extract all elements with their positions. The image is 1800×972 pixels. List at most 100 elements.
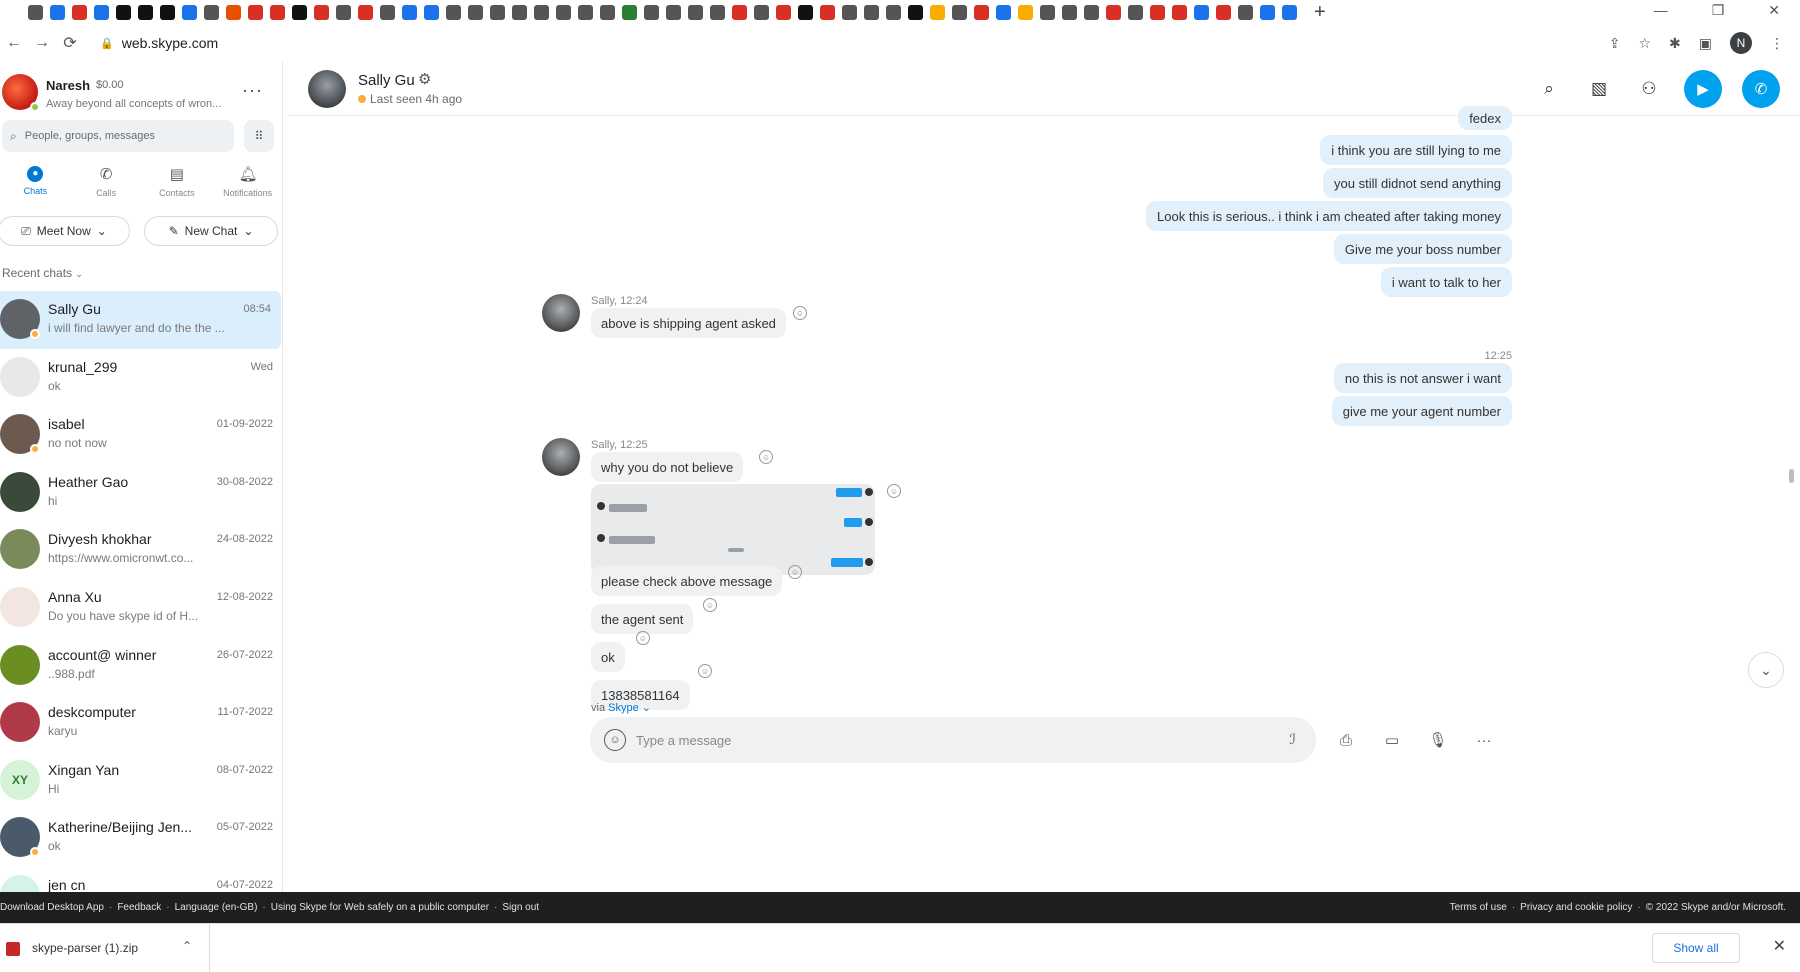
extensions-icon[interactable]: ✱ — [1669, 35, 1681, 52]
browser-menu-icon[interactable]: ⋮ — [1770, 35, 1784, 52]
show-all-button[interactable]: Show all — [1652, 933, 1740, 963]
tab-favicon-icon[interactable] — [710, 4, 725, 20]
new-chat-button[interactable]: ✎ New Chat ⌄ — [144, 216, 278, 246]
dialpad-icon[interactable]: ⠿ — [244, 120, 274, 152]
scrollbar[interactable] — [1789, 469, 1794, 483]
tab-favicon-icon[interactable] — [776, 4, 791, 20]
chat-list-item[interactable]: jen cn 04-07-2022 — [0, 867, 282, 892]
tab-favicon-icon[interactable] — [952, 4, 967, 20]
chat-list-item[interactable]: deskcomputer 11-07-2022 karyu — [0, 694, 282, 752]
tab-favicon-icon[interactable] — [138, 4, 153, 20]
tab-favicon-icon[interactable] — [996, 4, 1011, 20]
outgoing-message[interactable]: Look this is serious.. i think i am chea… — [1146, 201, 1512, 231]
back-icon[interactable]: ← — [0, 34, 28, 52]
tab-chats[interactable]: ● Chats — [0, 166, 71, 206]
footer-link[interactable]: Terms of use — [1450, 902, 1507, 913]
outgoing-message[interactable]: you still didnot send anything — [1323, 168, 1512, 198]
tab-favicon-icon[interactable] — [732, 4, 747, 20]
reaction-emoji-icon[interactable]: ☺ — [788, 565, 802, 579]
tab-favicon-icon[interactable] — [908, 4, 923, 20]
tab-favicon-icon[interactable] — [578, 4, 593, 20]
chevron-up-icon[interactable]: ⌃ — [182, 939, 192, 953]
tab-favicon-icon[interactable] — [204, 4, 219, 20]
tab-favicon-icon[interactable] — [380, 4, 395, 20]
search-input[interactable]: ⌕ People, groups, messages — [2, 120, 234, 152]
my-profile[interactable]: Naresh $0.00 Away beyond all concepts of… — [0, 68, 282, 116]
incoming-message[interactable]: please check above message — [591, 566, 783, 596]
video-call-button[interactable]: ▶ — [1684, 70, 1722, 108]
tab-favicon-icon[interactable] — [226, 4, 241, 20]
tab-favicon-icon[interactable] — [798, 4, 813, 20]
tab-favicon-icon[interactable] — [446, 4, 461, 20]
search-icon[interactable]: ⌕ — [1534, 74, 1564, 104]
chat-list-item[interactable]: Anna Xu 12-08-2022 Do you have skype id of… — [0, 579, 282, 637]
close-icon[interactable]: ✕ — [1773, 936, 1786, 956]
share-icon[interactable]: ⇪ — [1609, 35, 1621, 52]
tab-favicon-icon[interactable] — [1040, 4, 1055, 20]
footer-link[interactable]: Language (en-GB) — [175, 902, 258, 913]
audio-call-button[interactable]: ✆ — [1742, 70, 1780, 108]
recent-chats-header[interactable]: Recent chats ⌄ — [2, 266, 83, 280]
forward-icon[interactable]: → — [28, 34, 56, 52]
reaction-emoji-icon[interactable]: ☺ — [636, 631, 650, 645]
tab-favicon-icon[interactable] — [886, 4, 901, 20]
tab-favicon-icon[interactable] — [556, 4, 571, 20]
new-tab-icon[interactable]: + — [1314, 2, 1326, 22]
tab-favicon-icon[interactable] — [930, 4, 945, 20]
outgoing-message[interactable]: no this is not answer i want — [1333, 363, 1512, 393]
reload-icon[interactable]: ⟳ — [56, 33, 84, 53]
download-item[interactable]: skype-parser (1).zip ⌃ — [0, 924, 210, 972]
tab-favicon-icon[interactable] — [358, 4, 373, 20]
reaction-emoji-icon[interactable]: ☺ — [887, 484, 901, 498]
outgoing-message[interactable]: fedex — [1458, 106, 1512, 130]
tab-calls[interactable]: ✆ Calls — [71, 166, 142, 206]
reaction-emoji-icon[interactable]: ☺ — [759, 450, 773, 464]
tab-favicon-icon[interactable] — [270, 4, 285, 20]
url-bar[interactable]: 🔒 web.skype.com — [90, 29, 1680, 57]
tab-favicon-icon[interactable] — [336, 4, 351, 20]
outgoing-message[interactable]: i think you are still lying to me — [1320, 135, 1512, 165]
tab-favicon-icon[interactable] — [468, 4, 483, 20]
restore-icon[interactable]: ❐ — [1712, 0, 1725, 20]
tab-favicon-icon[interactable] — [490, 4, 505, 20]
via-skype[interactable]: via Skype ⌄ — [591, 701, 651, 714]
chat-list-item[interactable]: XY Xingan Yan 08-07-2022 Hi — [0, 752, 282, 810]
tab-favicon-icon[interactable] — [1062, 4, 1077, 20]
tab-favicon-icon[interactable] — [1260, 4, 1275, 20]
chat-list-item[interactable]: Katherine/Beijing Jen... 05-07-2022 ok — [0, 809, 282, 867]
gallery-icon[interactable]: ▧ — [1584, 74, 1614, 104]
avatar[interactable] — [542, 294, 580, 332]
outgoing-message[interactable]: give me your agent number — [1331, 396, 1512, 426]
bookmark-star-icon[interactable]: ☆ — [1638, 35, 1651, 52]
close-window-icon[interactable]: ✕ — [1768, 0, 1780, 20]
footer-link[interactable]: Sign out — [502, 902, 539, 913]
footer-link[interactable]: Privacy and cookie policy — [1520, 902, 1632, 913]
tab-favicon-icon[interactable] — [1172, 4, 1187, 20]
tab-favicon-icon[interactable] — [72, 4, 87, 20]
image-attachment[interactable] — [591, 484, 875, 575]
tab-favicon-icon[interactable] — [1216, 4, 1231, 20]
avatar[interactable] — [542, 438, 580, 476]
chat-list-item[interactable]: isabel 01-09-2022 no not now — [0, 406, 282, 464]
reaction-emoji-icon[interactable]: ☺ — [703, 598, 717, 612]
tab-favicon-icon[interactable] — [28, 4, 43, 20]
tab-favicon-icon[interactable] — [1018, 4, 1033, 20]
chat-list-item[interactable]: Sally Gu 08:54 i will find lawyer and do t… — [0, 291, 281, 349]
incoming-message[interactable]: why you do not believe — [591, 452, 744, 482]
chat-list-item[interactable]: account@ winner 26-07-2022 ..988.pdf — [0, 637, 282, 695]
chat-list-item[interactable]: Heather Gao 30-08-2022 hi — [0, 464, 282, 522]
skype-credit[interactable]: $0.00 — [96, 79, 124, 91]
tab-favicon-icon[interactable] — [534, 4, 549, 20]
contact-card-icon[interactable]: ▭ — [1374, 717, 1410, 763]
tab-favicon-icon[interactable] — [622, 4, 637, 20]
tab-favicon-icon[interactable] — [1084, 4, 1099, 20]
microphone-icon[interactable]: 🎙︎ — [1420, 717, 1456, 763]
tab-favicon-icon[interactable] — [1106, 4, 1121, 20]
incoming-message[interactable]: ok — [591, 642, 625, 672]
footer-link[interactable]: Feedback — [117, 902, 161, 913]
tab-favicon-icon[interactable] — [820, 4, 835, 20]
file-attach-icon[interactable]: ⎙ — [1328, 717, 1364, 763]
tab-favicon-icon[interactable] — [512, 4, 527, 20]
tab-favicon-icon[interactable] — [1194, 4, 1209, 20]
side-panel-icon[interactable]: ▣ — [1699, 35, 1712, 52]
